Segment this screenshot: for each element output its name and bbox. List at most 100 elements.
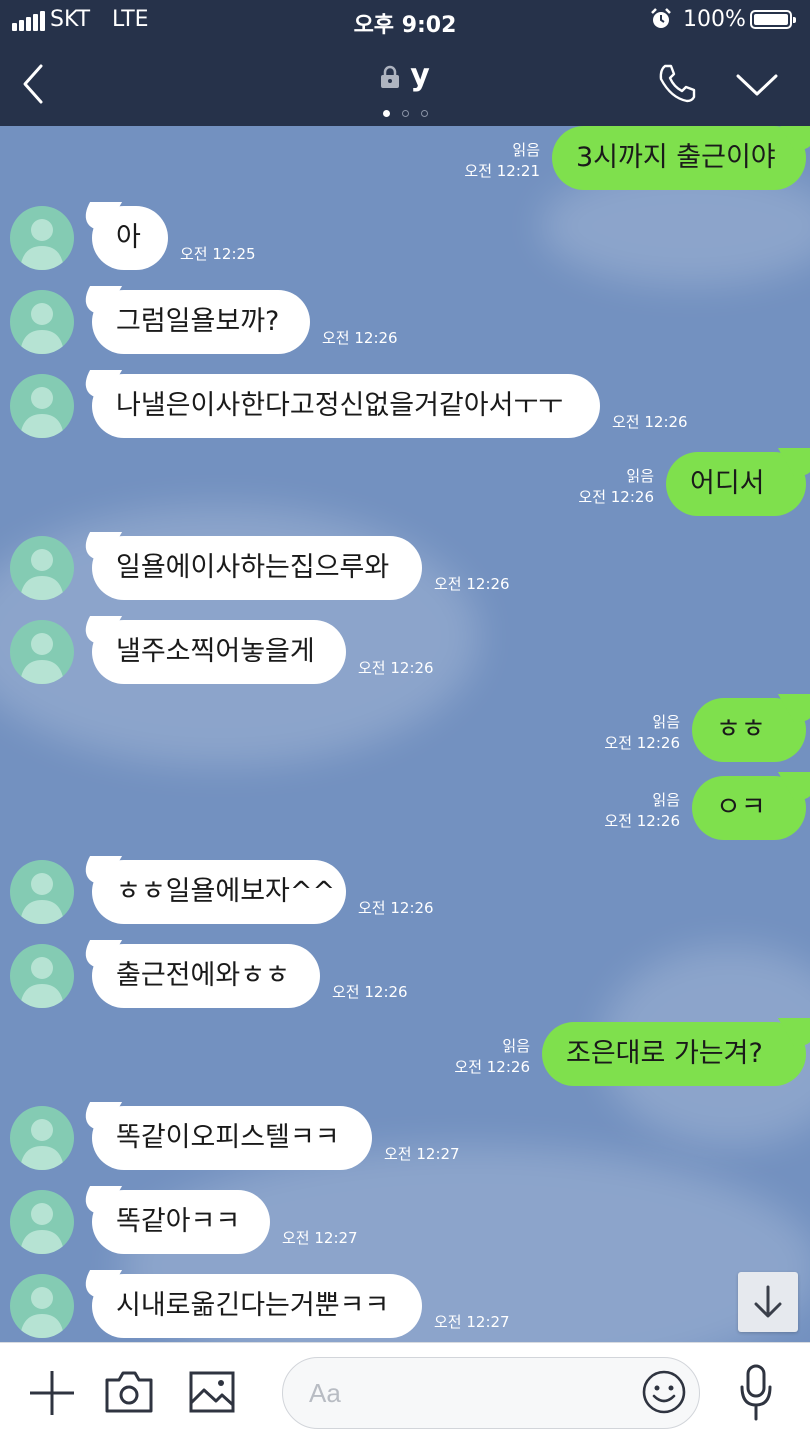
outgoing-message: 조은대로 가는겨? 읽음오전 12:26	[0, 1022, 810, 1086]
message-meta: 읽음오전 12:26	[604, 712, 680, 754]
read-receipt: 읽음	[502, 1037, 530, 1055]
read-receipt: 읽음	[626, 467, 654, 485]
outgoing-message: ㅇㅋ 읽음오전 12:26	[0, 776, 810, 840]
message-time: 오전 12:27	[434, 1313, 510, 1331]
message-bubble[interactable]: 아	[92, 206, 168, 270]
message-bubble[interactable]: 어디서	[666, 452, 806, 516]
avatar[interactable]	[10, 536, 74, 600]
status-bar: SKT LTE 오후 9:02 100%	[0, 0, 810, 42]
message-meta: 읽음오전 12:26	[578, 466, 654, 508]
default-profile-icon	[20, 633, 64, 684]
message-time: 오전 12:26	[322, 329, 398, 347]
message-time: 오전 12:26	[332, 983, 408, 1001]
plus-icon[interactable]	[28, 1369, 76, 1417]
read-receipt: 읽음	[652, 713, 680, 731]
message-bubble[interactable]: ㅇㅋ	[692, 776, 806, 840]
message-bubble[interactable]: 똑같이오피스텔ㅋㅋ	[92, 1106, 372, 1170]
chevron-down-icon[interactable]	[735, 66, 779, 102]
arrow-down-icon	[754, 1285, 782, 1318]
avatar[interactable]	[10, 1274, 74, 1338]
message-time: 오전 12:26	[612, 413, 688, 431]
message-bubble[interactable]: 일욜에이사하는집으루와	[92, 536, 422, 600]
avatar[interactable]	[10, 860, 74, 924]
incoming-message: 낼주소찍어놓을게오전 12:26	[0, 620, 810, 684]
avatar[interactable]	[10, 206, 74, 270]
message-text: 똑같이오피스텔ㅋㅋ	[116, 1122, 340, 1153]
message-time: 오전 12:27	[282, 1229, 358, 1247]
message-bubble[interactable]: 똑같아ㅋㅋ	[92, 1190, 270, 1254]
message-time: 오전 12:26	[358, 899, 434, 917]
message-time: 오전 12:26	[604, 812, 680, 830]
message-time: 오전 12:25	[180, 245, 256, 263]
message-input[interactable]	[307, 1358, 641, 1429]
microphone-icon[interactable]	[738, 1363, 774, 1423]
message-meta: 읽음오전 12:21	[464, 140, 540, 182]
message-time: 오전 12:26	[434, 575, 510, 593]
message-time: 오전 12:26	[454, 1058, 530, 1076]
message-bubble[interactable]: 시내로옮긴다는거뿐ㅋㅋ	[92, 1274, 422, 1338]
image-icon[interactable]	[188, 1370, 236, 1414]
message-bubble[interactable]: 조은대로 가는겨?	[542, 1022, 806, 1086]
avatar[interactable]	[10, 1106, 74, 1170]
message-bubble[interactable]: ㅎㅎ일욜에보자^^	[92, 860, 346, 924]
incoming-message: 시내로옮긴다는거뿐ㅋㅋ 오전 12:27	[0, 1274, 810, 1338]
default-profile-icon	[20, 873, 64, 924]
message-bubble[interactable]: 3시까지 출근이야	[552, 126, 806, 190]
message-text: 3시까지 출근이야	[576, 142, 776, 173]
default-profile-icon	[20, 303, 64, 354]
message-time: 오전 12:26	[358, 659, 434, 677]
alarm-icon	[651, 8, 671, 28]
input-bar	[0, 1342, 810, 1440]
message-text: 시내로옮긴다는거뿐ㅋㅋ	[116, 1290, 390, 1321]
message-bubble[interactable]: 그럼일욜보까?	[92, 290, 310, 354]
top-bar: SKT LTE 오후 9:02 100% y	[0, 0, 810, 126]
message-text: 그럼일욜보까?	[116, 306, 280, 337]
battery-icon	[750, 10, 796, 29]
message-text: ㅇㅋ	[716, 792, 766, 823]
message-list[interactable]: 3시까지 출근이야 읽음 오전 12:21 아 오전 12:25 그럼일욜보까? 오전 12…	[0, 126, 810, 1342]
incoming-message: 똑같아ㅋㅋ 오전 12:27	[0, 1190, 810, 1254]
outgoing-message: 어디서 읽음오전 12:26	[0, 452, 810, 516]
default-profile-icon	[20, 387, 64, 438]
incoming-message: 아오전 12:25	[0, 206, 810, 270]
message-text: 출근전에와ㅎㅎ	[116, 960, 290, 991]
message-time: 오전 12:26	[604, 734, 680, 752]
default-profile-icon	[20, 1119, 64, 1170]
message-meta: 읽음오전 12:26	[454, 1036, 530, 1078]
default-profile-icon	[20, 549, 64, 600]
read-receipt: 읽음	[512, 141, 540, 159]
message-time: 오전 12:27	[384, 1145, 460, 1163]
camera-icon[interactable]	[104, 1370, 154, 1414]
message-time: 오전 12:21	[464, 162, 540, 180]
avatar[interactable]	[10, 1190, 74, 1254]
incoming-message: 일욜에이사하는집으루와오전 12:26	[0, 536, 810, 600]
message-bubble[interactable]: 출근전에와ㅎㅎ	[92, 944, 320, 1008]
message-time: 오전 12:26	[578, 488, 654, 506]
message-text: 똑같아ㅋㅋ	[116, 1206, 241, 1237]
message-text: 아	[116, 222, 141, 253]
avatar[interactable]	[10, 374, 74, 438]
incoming-message: ㅎㅎ일욜에보자^^ 오전 12:26	[0, 860, 810, 924]
message-text: 일욜에이사하는집으루와	[116, 552, 390, 583]
battery-percent: 100%	[683, 7, 746, 32]
incoming-message: 그럼일욜보까? 오전 12:26	[0, 290, 810, 354]
smiley-icon[interactable]	[641, 1369, 687, 1415]
scroll-to-bottom-button[interactable]	[738, 1272, 798, 1332]
default-profile-icon	[20, 957, 64, 1008]
message-bubble[interactable]: ㅎㅎ	[692, 698, 806, 762]
read-receipt: 읽음	[652, 791, 680, 809]
chat-header: y	[0, 42, 810, 126]
message-text: 어디서	[690, 468, 765, 499]
page-indicator	[0, 102, 810, 121]
outgoing-message: 3시까지 출근이야 읽음오전 12:21	[0, 126, 810, 190]
message-text: ㅎㅎ	[716, 714, 766, 745]
message-text: 나낼은이사한다고정신없을거같아서ㅜㅜ	[116, 390, 564, 421]
avatar[interactable]	[10, 620, 74, 684]
avatar[interactable]	[10, 944, 74, 1008]
default-profile-icon	[20, 1203, 64, 1254]
avatar[interactable]	[10, 290, 74, 354]
chat-title: y	[410, 58, 430, 93]
message-bubble[interactable]: 낼주소찍어놓을게	[92, 620, 346, 684]
message-bubble[interactable]: 나낼은이사한다고정신없을거같아서ㅜㅜ	[92, 374, 600, 438]
phone-icon[interactable]	[656, 62, 696, 104]
